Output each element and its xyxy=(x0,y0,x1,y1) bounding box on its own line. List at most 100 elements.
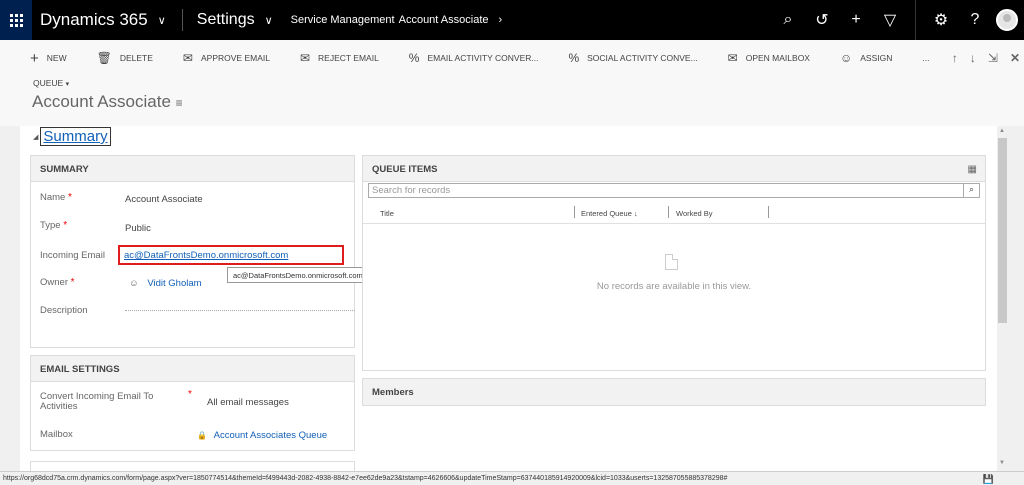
form-content: ◢ Summary SUMMARY Name * Account Associa… xyxy=(20,126,997,471)
arrow-up-icon[interactable]: ↑ xyxy=(952,51,958,65)
mailbox-label: Mailbox xyxy=(40,429,73,440)
status-url: https://org68dcd75a.crm.dynamics.com/for… xyxy=(3,475,728,482)
social-activity-conversion-button[interactable]: % SOCIAL ACTIVITY CONVE... xyxy=(568,51,697,65)
open-mailbox-button[interactable]: ✉ OPEN MAILBOX xyxy=(728,51,810,65)
description-field[interactable] xyxy=(125,310,355,311)
delete-button[interactable]: 🗑 DELETE xyxy=(97,51,153,65)
vertical-scrollbar[interactable]: ▲ ▼ xyxy=(997,126,1008,471)
column-divider xyxy=(668,206,669,218)
approve-email-button[interactable]: ✉ APPROVE EMAIL xyxy=(183,51,270,65)
search-icon[interactable]: ⌕ xyxy=(771,11,805,29)
reject-email-button[interactable]: ✉ REJECT EMAIL xyxy=(300,51,379,65)
tab-summary[interactable]: ◢ Summary xyxy=(33,127,111,146)
required-asterisk: * xyxy=(188,389,192,400)
percent-icon: % xyxy=(408,51,420,65)
open-mailbox-label: OPEN MAILBOX xyxy=(745,53,810,63)
chevron-down-icon: ∨ xyxy=(264,14,273,27)
form-body: ◢ Summary SUMMARY Name * Account Associa… xyxy=(0,126,1024,471)
app-switcher[interactable]: Dynamics 365 ∨ xyxy=(40,10,166,30)
members-section: Members xyxy=(362,378,986,406)
grid-icon[interactable]: ▦ xyxy=(968,164,977,175)
document-icon xyxy=(665,254,678,270)
reject-email-label: REJECT EMAIL xyxy=(318,53,379,63)
members-title[interactable]: Members xyxy=(363,379,985,405)
settings-label: Settings xyxy=(196,11,255,28)
summary-section-title: SUMMARY xyxy=(31,156,354,182)
menu-icon[interactable]: ≡ xyxy=(176,96,183,110)
recent-icon[interactable]: ↺ xyxy=(805,10,839,30)
command-bar: + NEW 🗑 DELETE ✉ APPROVE EMAIL ✉ REJECT … xyxy=(0,40,1024,76)
convert-email-value[interactable]: All email messages xyxy=(207,397,289,408)
search-icon[interactable]: ⌕ xyxy=(963,184,979,197)
app-launcher-button[interactable] xyxy=(0,0,32,40)
more-commands-button[interactable]: ... xyxy=(922,53,929,63)
lock-icon: 🔒 xyxy=(197,431,207,440)
reject-email-icon: ✉ xyxy=(299,51,311,65)
description-label: Description xyxy=(40,305,88,316)
email-settings-section: EMAIL SETTINGS Convert Incoming Email To… xyxy=(30,355,355,451)
arrow-down-icon[interactable]: ↓ xyxy=(970,51,976,65)
column-title[interactable]: Title xyxy=(380,209,394,218)
chevron-right-icon[interactable]: › xyxy=(499,14,503,26)
plus-icon: + xyxy=(30,49,39,67)
nav-divider xyxy=(181,9,183,31)
assign-label: ASSIGN xyxy=(860,53,893,63)
filter-icon[interactable]: ▽ xyxy=(873,10,907,30)
waffle-icon xyxy=(9,13,23,27)
assign-icon: ☺ xyxy=(839,51,853,65)
incoming-email-link[interactable]: ac@DataFrontsDemo.onmicrosoft.com xyxy=(124,250,288,261)
type-label: Type * xyxy=(40,220,68,231)
mailbox-value[interactable]: 🔒 Account Associates Queue xyxy=(197,430,327,441)
email-activity-conversion-button[interactable]: % EMAIL ACTIVITY CONVER... xyxy=(409,51,539,65)
app-name: Dynamics 365 xyxy=(40,10,148,29)
delete-label: DELETE xyxy=(119,53,153,63)
queue-items-section: QUEUE ITEMS ▦ Search for records ⌕ Title… xyxy=(362,155,986,371)
owner-link[interactable]: Vidit Gholam xyxy=(147,278,201,289)
scroll-down-arrow-icon[interactable]: ▼ xyxy=(999,460,1005,466)
empty-state-text: No records are available in this view. xyxy=(596,281,752,292)
convert-email-label: Convert Incoming Email To Activities xyxy=(40,391,154,412)
email-activity-label: EMAIL ACTIVITY CONVER... xyxy=(427,53,539,63)
scrollbar-thumb[interactable] xyxy=(998,138,1007,323)
entity-type-label: QUEUE xyxy=(33,78,64,88)
new-label: NEW xyxy=(46,53,67,63)
entity-type-selector[interactable]: QUEUE ▾ xyxy=(33,78,69,88)
pop-out-icon[interactable]: ⇲ xyxy=(988,51,998,65)
name-value[interactable]: Account Associate xyxy=(125,194,203,205)
column-entered-queue[interactable]: Entered Queue ↓ xyxy=(581,209,638,218)
page-title: Account Associate ≡ xyxy=(32,92,183,112)
percent-icon: % xyxy=(568,51,580,65)
summary-section: SUMMARY Name * Account Associate Type * … xyxy=(30,155,375,348)
plus-icon[interactable]: + xyxy=(839,11,873,29)
gear-icon[interactable]: ⚙ xyxy=(924,10,958,30)
close-icon[interactable]: ✕ xyxy=(1010,51,1020,65)
caret-down-icon: ▾ xyxy=(65,81,70,88)
save-icon[interactable]: 💾 xyxy=(983,474,994,485)
nav-divider xyxy=(915,0,916,40)
scroll-up-arrow-icon[interactable]: ▲ xyxy=(999,128,1005,134)
help-icon[interactable]: ? xyxy=(958,11,992,29)
approve-email-icon: ✉ xyxy=(182,51,193,65)
type-value[interactable]: Public xyxy=(125,223,151,234)
top-nav-bar: Dynamics 365 ∨ Settings ∨ Service Manage… xyxy=(0,0,1024,40)
owner-value[interactable]: ☺ Vidit Gholam xyxy=(129,278,202,289)
next-section xyxy=(30,461,355,471)
column-worked-by[interactable]: Worked By xyxy=(676,209,713,218)
settings-menu[interactable]: Settings ∨ xyxy=(197,11,273,29)
avatar[interactable] xyxy=(996,9,1018,31)
name-label: Name * xyxy=(40,192,72,203)
collapse-triangle-icon: ◢ xyxy=(33,133,39,141)
record-navigation: ↑ ↓ ⇲ ✕ xyxy=(952,40,1020,76)
mailbox-link[interactable]: Account Associates Queue xyxy=(214,430,328,441)
email-tooltip: ac@DataFrontsDemo.onmicrosoft.com xyxy=(227,267,375,283)
approve-email-label: APPROVE EMAIL xyxy=(200,53,270,63)
incoming-email-label: Incoming Email xyxy=(40,250,105,261)
breadcrumb: Service Management Account Associate › xyxy=(291,14,503,26)
new-button[interactable]: + NEW xyxy=(30,50,67,67)
search-input[interactable]: Search for records xyxy=(368,183,980,198)
column-divider xyxy=(768,206,769,218)
assign-button[interactable]: ☺ ASSIGN xyxy=(840,51,892,65)
breadcrumb-account-associate[interactable]: Account Associate xyxy=(399,14,489,26)
chevron-down-icon: ∨ xyxy=(157,14,166,27)
breadcrumb-service-management[interactable]: Service Management xyxy=(291,14,395,26)
